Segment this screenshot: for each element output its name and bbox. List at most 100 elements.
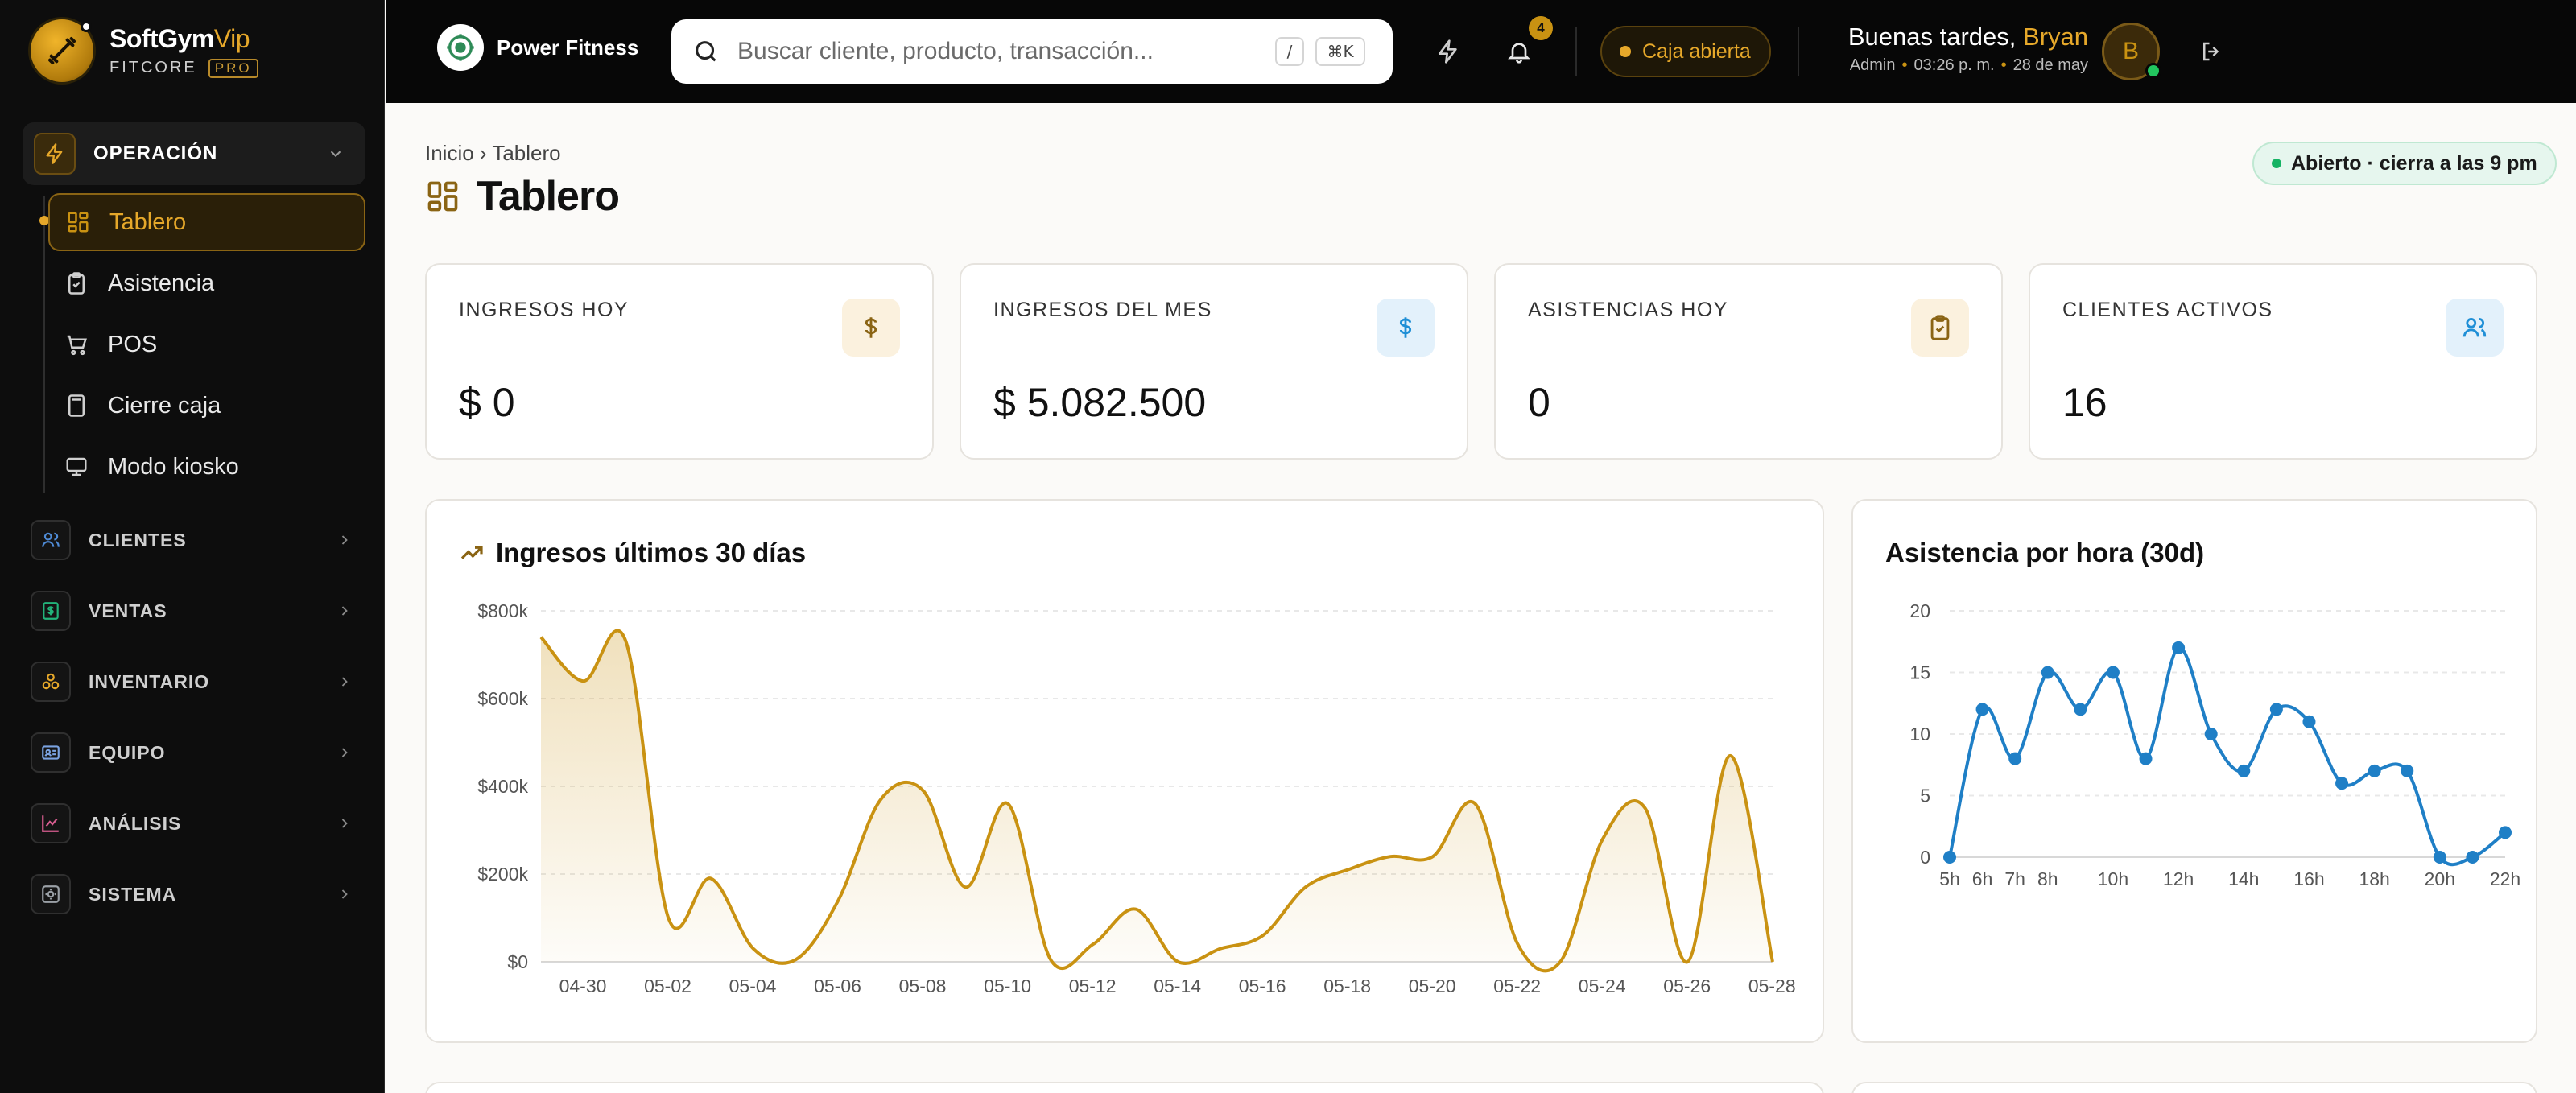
attendance-line [1948,645,2507,867]
nav-group-label: SISTEMA [89,883,177,905]
sidebar-item-modo-kiosko[interactable]: Modo kiosko [48,438,365,496]
org-switcher[interactable]: Power Fitness [437,24,638,71]
kpi-card-clientes-activos: CLIENTES ACTIVOS 16 [2029,263,2537,460]
sidebar-item-pos[interactable]: POS [48,316,365,373]
x-tick-label: 05-06 [814,975,861,996]
x-tick-label: 18h [2359,868,2389,889]
breadcrumb[interactable]: Inicio › Tablero [425,141,561,166]
attendance-chart-card: Asistencia por hora (30d) 0 5 10 15 20 5h 6h 7h… [1852,499,2537,1043]
brand-logo-icon [31,19,93,82]
sidebar-item-label: POS [108,331,158,357]
page-title: Tablero [425,172,620,221]
x-tick-label: 05-28 [1748,975,1796,996]
current-time: 03:26 p. m. [1913,56,1995,74]
chevron-right-icon [341,889,348,899]
data-point [2172,641,2186,654]
nav-group-inventario[interactable]: INVENTARIO [31,658,353,706]
cash-register-status-label: Caja abierta [1642,39,1751,63]
x-tick-label: 7h [2004,868,2025,889]
nav-group-operacion[interactable]: OPERACIÓN [23,122,365,185]
users-icon [2446,299,2504,357]
income-chart-card: Ingresos últimos 30 días $0 $200k $400k $60… [425,499,1824,1043]
income-area [541,630,1773,971]
nav-group-label: ANÁLISIS [89,812,182,834]
x-tick-label: 16h [2293,868,2324,889]
notifications-button[interactable] [1500,32,1538,71]
notification-count-badge: 4 [1529,16,1553,40]
data-point [2401,764,2414,777]
users-icon [31,520,71,560]
sidebar-item-asistencia[interactable]: Asistencia [48,254,365,312]
data-point [2139,752,2153,765]
topbar: Power Fitness Buscar cliente, producto, … [386,0,2576,103]
data-point [2499,826,2512,839]
y-tick-label: 0 [1920,847,1930,868]
user-greeting: Buenas tardes, Bryan Admin • 03:26 p. m. • 2… [1847,23,2088,74]
chevron-right-icon [341,677,348,687]
x-tick-label: 05-02 [644,975,691,996]
kpi-value: 16 [2062,380,2107,425]
cart-icon [67,335,87,356]
x-tick-label: 8h [2037,868,2058,889]
nav-group-clientes[interactable]: CLIENTES [31,516,353,564]
kpi-card-asistencias-hoy: ASISTENCIAS HOY 0 [1494,263,2003,460]
nav-group-sistema[interactable]: SISTEMA [31,870,353,918]
x-tick-label: 10h [2098,868,2128,889]
system-icon [31,874,71,914]
data-point [2204,728,2218,740]
user-name: Bryan [2023,23,2088,51]
sidebar-item-label: Tablero [109,208,187,235]
cash-register-status-button[interactable]: Caja abierta [1600,26,1771,77]
dollar-icon [842,299,900,357]
kpi-value: $ 0 [459,380,515,425]
chart-line-icon [31,803,71,843]
calculator-icon [68,394,85,417]
kbd-cmd-k: ⌘K [1315,37,1365,66]
chevron-right-icon [341,535,348,545]
data-point [2008,752,2022,765]
x-tick-label: 05-12 [1069,975,1117,996]
brand-subtitle: FITCORE PRO [109,58,258,78]
x-tick-label: 05-26 [1663,975,1711,996]
kpi-label: CLIENTES ACTIVOS [2062,299,2273,321]
bell-icon [1508,43,1530,64]
x-tick-label: 04-30 [559,975,607,996]
x-tick-label: 05-18 [1323,975,1371,996]
submenu-rail [43,196,45,493]
logout-icon [2203,42,2219,61]
sidebar-item-label: Asistencia [108,270,215,296]
nav-group-analisis[interactable]: ANÁLISIS [31,799,353,848]
y-tick-label: 15 [1909,662,1930,683]
kpi-card-ingresos-hoy: INGRESOS HOY $ 0 [425,263,934,460]
quick-actions-button[interactable] [1429,32,1468,71]
x-tick-label: 05-20 [1409,975,1456,996]
data-point [2302,715,2316,728]
online-status-dot [2145,63,2161,79]
nav-group-equipo[interactable]: EQUIPO [31,728,353,777]
nav-group-label: INVENTARIO [89,670,210,692]
next-card [1852,1082,2537,1093]
divider [1798,27,1799,76]
grid-icon [427,181,458,212]
sidebar-item-cierre-caja[interactable]: Cierre caja [48,377,365,435]
income-chart: $0 $200k $400k $600k $800k 04-30 05-02 05-04 05-… [477,600,1796,996]
status-badge: Abierto · cierra a las 9 pm [2252,142,2557,185]
logout-button[interactable] [2192,32,2231,71]
sidebar-item-tablero[interactable]: Tablero [48,193,365,251]
brand-name: SoftGymVip [109,23,250,53]
data-point [1943,851,1956,864]
kpi-card-ingresos-mes: INGRESOS DEL MES $ 5.082.500 [960,263,1468,460]
data-point [1975,703,1989,716]
search-icon [696,41,716,62]
grid-icon [68,212,89,233]
y-tick-label: $400k [477,776,528,797]
bolt-icon [34,133,76,175]
data-point [2237,764,2251,777]
y-tick-label: 20 [1909,600,1930,621]
nav-group-ventas[interactable]: VENTAS [31,587,353,635]
search-input[interactable]: Buscar cliente, producto, transacción...… [671,19,1393,84]
brand[interactable]: SoftGymVip FITCORE PRO [31,19,258,82]
y-tick-label: $800k [477,600,528,621]
nav-group-label: VENTAS [89,600,167,621]
dollar-icon [1377,299,1435,357]
